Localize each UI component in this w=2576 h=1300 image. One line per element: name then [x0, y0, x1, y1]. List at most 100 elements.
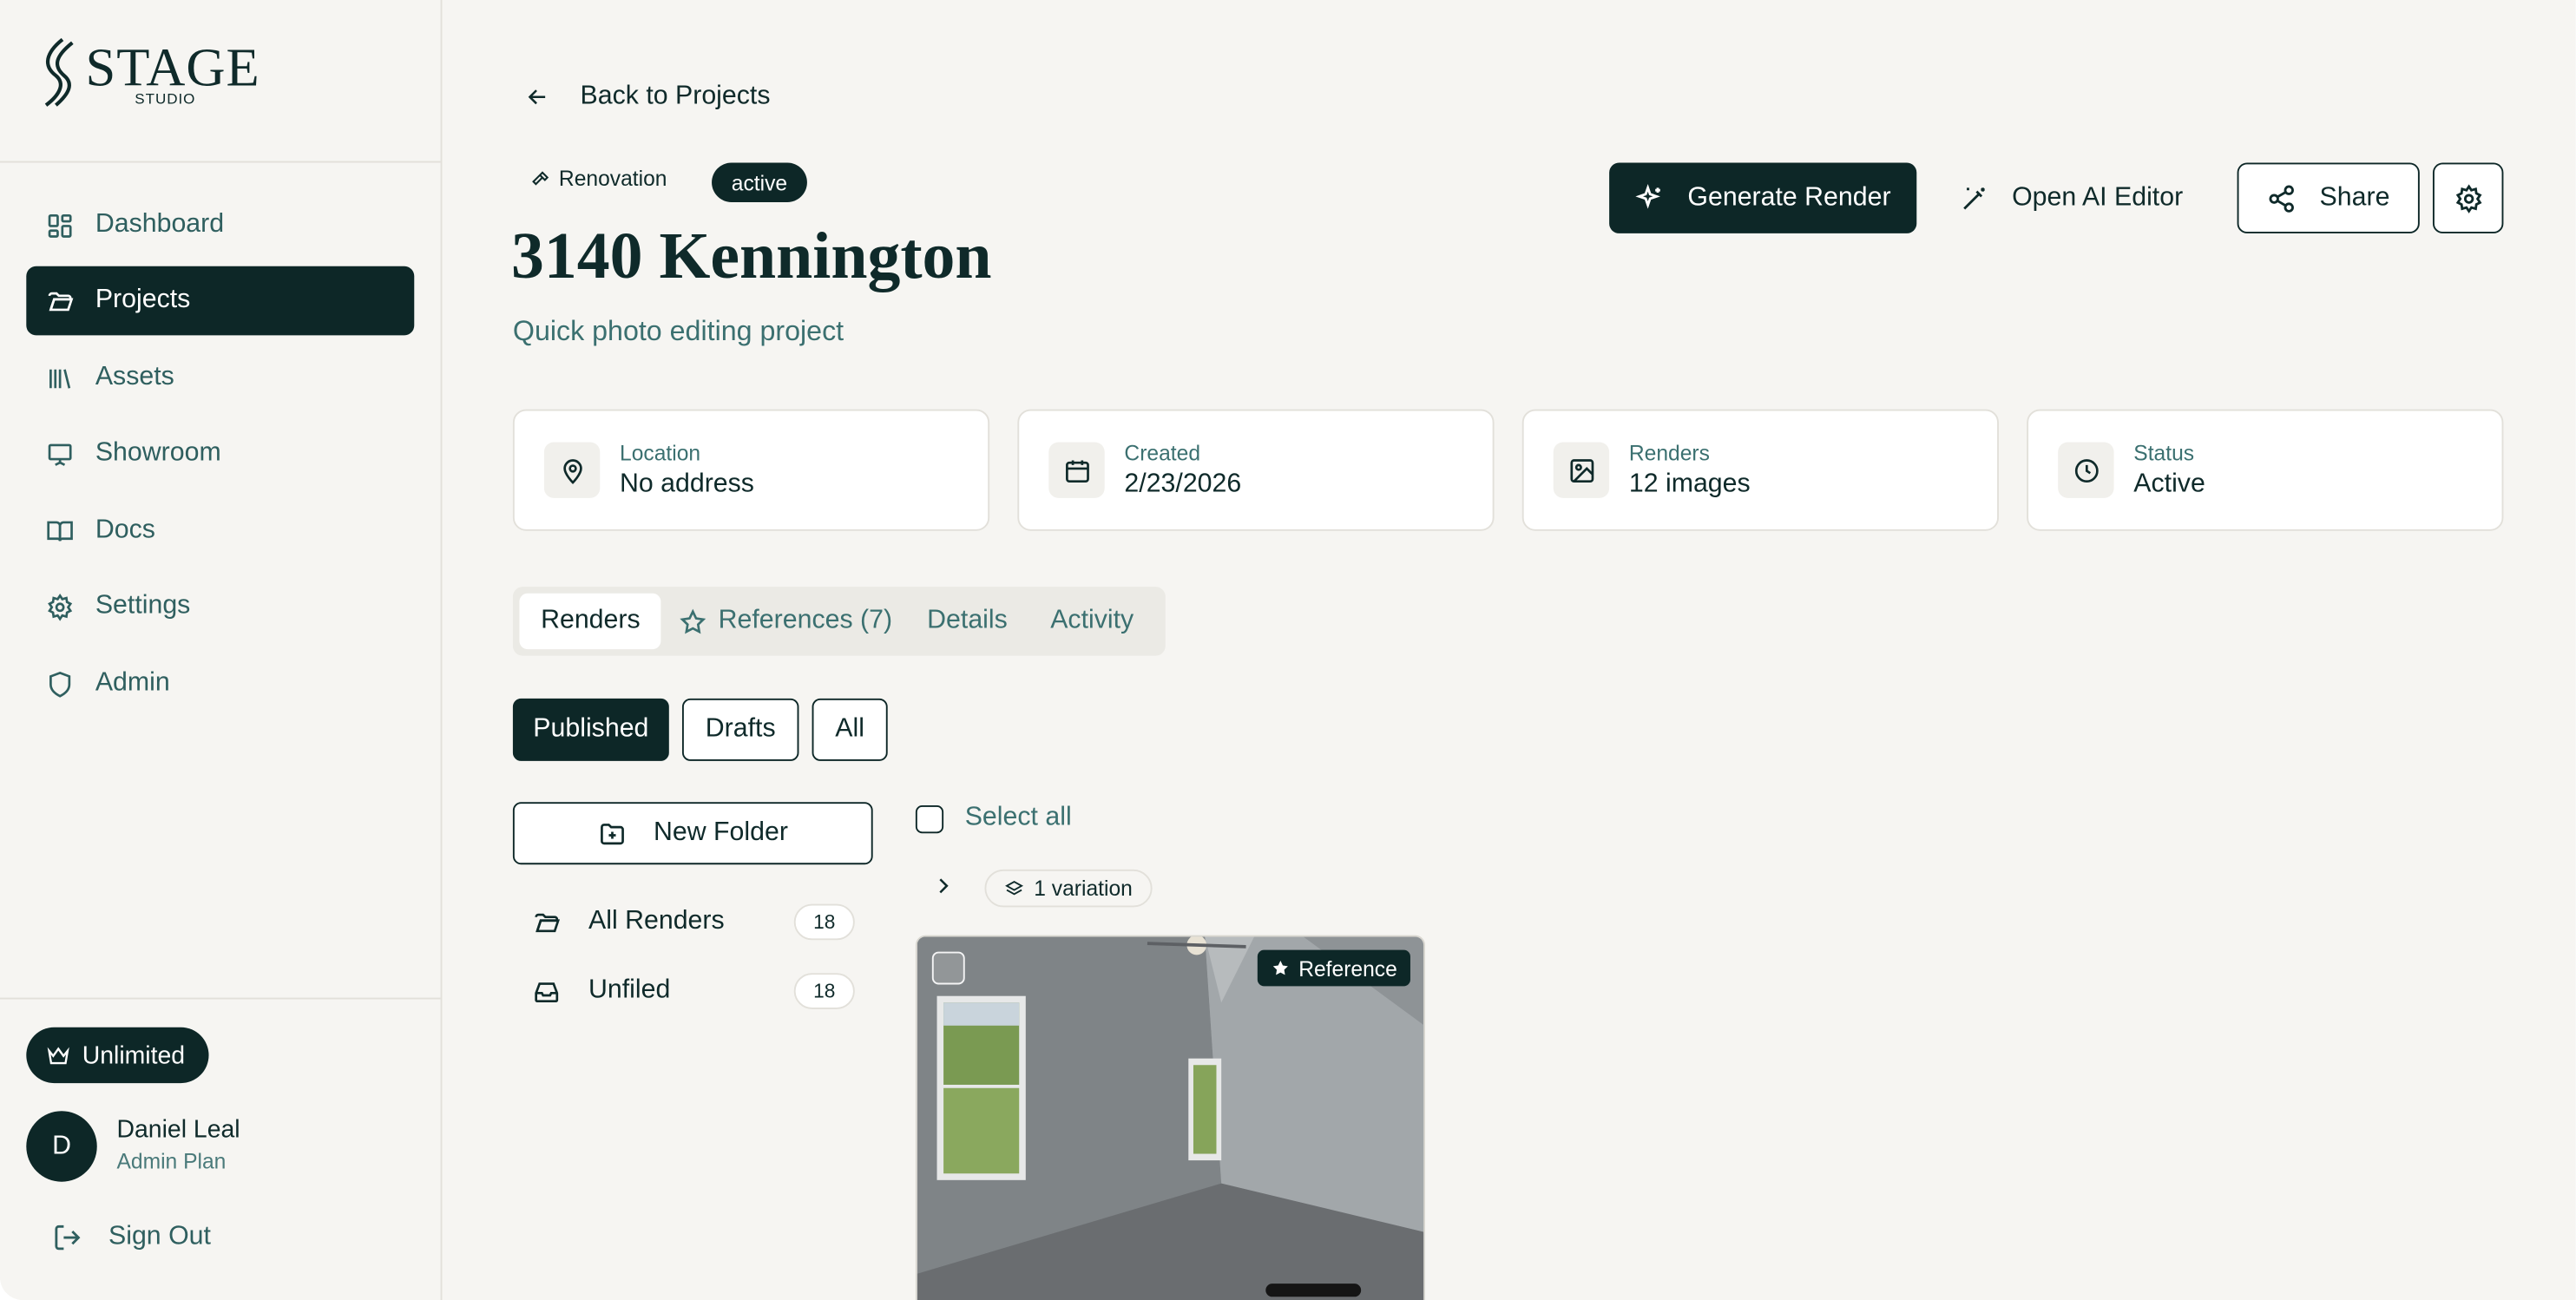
layers-icon	[1005, 880, 1024, 895]
folder-all-renders[interactable]: All Renders 18	[533, 897, 855, 947]
new-folder-button[interactable]: New Folder	[512, 802, 873, 865]
folder-open-icon	[535, 912, 560, 932]
shield-icon	[49, 671, 71, 697]
stat-label: Created	[1124, 440, 1201, 465]
avatar[interactable]: D	[26, 1111, 97, 1182]
sidebar-item-label: Admin	[95, 668, 170, 698]
page-title: 3140 Kennington	[511, 218, 992, 293]
variation-label: 1 variation	[1034, 876, 1133, 901]
stat-value: No address	[620, 469, 754, 498]
select-all-label: Select all	[964, 804, 1072, 832]
filter-published-button[interactable]: Published	[512, 698, 669, 761]
user-plan: Admin Plan	[116, 1148, 227, 1174]
hammer-icon	[532, 170, 549, 185]
share-button[interactable]: Share	[2237, 162, 2420, 233]
stat-value: Active	[2133, 469, 2205, 498]
sidebar-item-dashboard[interactable]: Dashboard	[26, 191, 414, 260]
library-icon	[49, 368, 71, 388]
chevron-right-icon[interactable]	[930, 873, 956, 899]
tab-activity[interactable]: Activity	[1029, 594, 1155, 649]
stat-card-location: Location No address	[512, 409, 990, 531]
sidebar-item-docs[interactable]: Docs	[26, 496, 414, 566]
logo-mark-icon	[44, 37, 74, 107]
sidebar-item-showroom[interactable]: Showroom	[26, 419, 414, 489]
book-icon	[47, 520, 73, 541]
sparkles-icon	[1634, 183, 1660, 208]
stat-value: 2/23/2026	[1124, 469, 1242, 498]
magic-wand-icon	[1963, 187, 1985, 209]
plan-badge[interactable]: Unlimited	[26, 1027, 208, 1084]
folder-plus-icon	[600, 823, 624, 844]
sidebar-item-label: Settings	[95, 591, 191, 620]
share-label: Share	[2319, 183, 2390, 212]
sidebar: STAGE STUDIO Dashboard Projects Assets S…	[0, 0, 443, 1300]
folder-count: 18	[793, 903, 855, 941]
tab-label: References (7)	[718, 606, 893, 635]
folder-unfiled[interactable]: Unfiled 18	[533, 967, 855, 1016]
map-pin-icon	[562, 458, 582, 483]
folder-label: Unfiled	[588, 975, 671, 1005]
checkbox[interactable]	[915, 804, 944, 833]
logo-subtitle: STUDIO	[135, 90, 196, 108]
gear-icon	[48, 593, 73, 620]
folder-label: All Renders	[588, 907, 725, 936]
select-all-checkbox[interactable]: Select all	[915, 804, 1072, 833]
tab-details[interactable]: Details	[906, 594, 1029, 649]
plan-badge-label: Unlimited	[82, 1041, 186, 1069]
sidebar-item-label: Assets	[95, 363, 174, 391]
tab-label: Activity	[1050, 606, 1134, 635]
variation-badge[interactable]: 1 variation	[984, 869, 1153, 908]
sidebar-item-assets[interactable]: Assets	[26, 344, 414, 413]
tab-renders[interactable]: Renders	[519, 593, 662, 650]
sidebar-item-label: Dashboard	[95, 210, 225, 239]
filter-all-button[interactable]: All	[812, 698, 888, 761]
reference-label: Reference	[1298, 955, 1397, 981]
stat-label: Renders	[1628, 440, 1710, 465]
open-ai-editor-label: Open AI Editor	[2012, 183, 2184, 212]
project-settings-button[interactable]	[2432, 162, 2504, 233]
sidebar-divider	[0, 997, 441, 1000]
sidebar-item-label: Docs	[95, 515, 155, 544]
sidebar-divider	[0, 161, 441, 163]
arrow-left-icon	[528, 89, 546, 105]
render-thumbnail[interactable]: Reference	[915, 935, 1426, 1300]
tab-references[interactable]: References (7)	[658, 594, 914, 649]
star-icon	[680, 607, 706, 634]
share-icon	[2269, 184, 2295, 212]
stat-label: Status	[2133, 440, 2195, 465]
content-tabs: Renders References (7) Details Activity	[512, 587, 1166, 656]
stat-label: Location	[620, 440, 701, 465]
presentation-icon	[48, 443, 72, 465]
generate-render-label: Generate Render	[1687, 183, 1891, 212]
sign-out-label: Sign Out	[108, 1223, 211, 1251]
reference-badge: Reference	[1257, 949, 1410, 987]
user-name: Daniel Leal	[116, 1115, 240, 1145]
status-badge: active	[712, 162, 807, 202]
sidebar-item-label: Showroom	[95, 438, 221, 467]
sidebar-item-label: Projects	[95, 286, 191, 314]
brand-logo[interactable]: STAGE STUDIO	[36, 36, 266, 112]
sidebar-item-projects[interactable]: Projects	[26, 266, 415, 336]
calendar-icon	[1065, 459, 1088, 483]
back-to-projects-link[interactable]: Back to Projects	[524, 82, 770, 112]
tab-label: Details	[927, 606, 1008, 635]
open-ai-editor-button[interactable]: Open AI Editor	[1946, 162, 2196, 233]
stat-card-created: Created 2/23/2026	[1017, 409, 1495, 531]
render-image	[917, 936, 1424, 1300]
project-type-tag: Renovation	[531, 166, 667, 191]
filter-drafts-button[interactable]: Drafts	[681, 698, 799, 761]
back-label: Back to Projects	[580, 82, 771, 110]
sidebar-item-admin[interactable]: Admin	[26, 649, 414, 719]
drag-handle[interactable]	[1265, 1284, 1362, 1297]
stat-card-status: Status Active	[2027, 409, 2504, 531]
sign-out-button[interactable]: Sign Out	[53, 1223, 211, 1252]
thumbnail-select-checkbox[interactable]	[931, 951, 965, 985]
generate-render-button[interactable]: Generate Render	[1609, 162, 1917, 233]
inbox-icon	[535, 982, 559, 1002]
gear-icon	[2454, 183, 2481, 213]
card-icon-box	[543, 442, 601, 498]
stat-card-renders: Renders 12 images	[1521, 409, 1999, 531]
tab-label: Renders	[541, 606, 641, 635]
sidebar-item-settings[interactable]: Settings	[26, 572, 414, 641]
new-folder-label: New Folder	[654, 818, 788, 847]
